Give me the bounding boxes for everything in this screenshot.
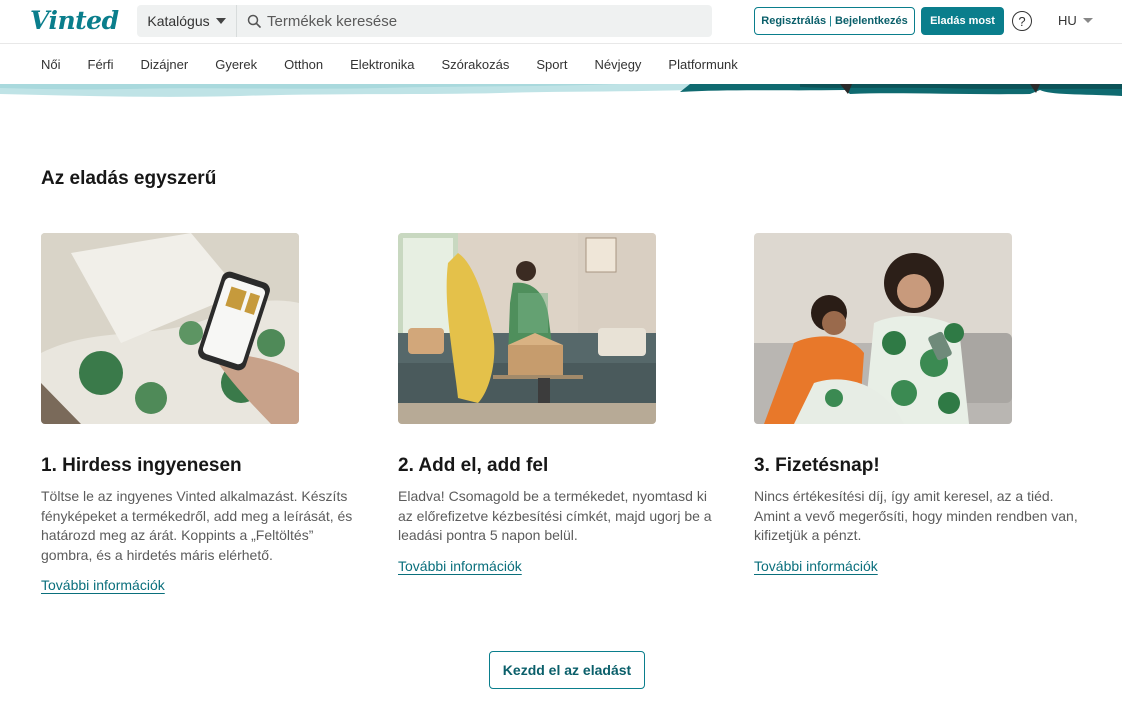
phone-listing-photo (41, 233, 299, 424)
nav-item-entertainment[interactable]: Szórakozás (441, 57, 509, 72)
register-link[interactable]: Regisztrálás (761, 15, 826, 27)
nav-item-designer[interactable]: Dizájner (141, 57, 189, 72)
more-info-link-1[interactable]: További információk (41, 577, 165, 593)
step-card-3: 3. Fizetésnap! Nincs értékesítési díj, í… (754, 233, 1084, 576)
nav-item-women[interactable]: Női (41, 57, 61, 72)
nav-item-home[interactable]: Otthon (284, 57, 323, 72)
nav-item-about[interactable]: Névjegy (594, 57, 641, 72)
step-text-3: Nincs értékesítési díj, így amit keresel… (754, 488, 1078, 543)
step-text-2: Eladva! Csomagold be a termékedet, nyomt… (398, 488, 712, 543)
nav-item-sport[interactable]: Sport (536, 57, 567, 72)
auth-separator: | (829, 15, 832, 27)
step-card-2: 2. Add el, add fel Eladva! Csomagold be … (398, 233, 728, 576)
step-text-1: Töltse le az ingyenes Vinted alkalmazást… (41, 488, 353, 563)
catalog-label: Katalógus (147, 13, 210, 29)
login-link[interactable]: Bejelentkezés (835, 15, 908, 27)
step-heading-2: 2. Add el, add fel (398, 455, 549, 476)
chevron-down-icon (1082, 18, 1093, 23)
search-icon (247, 14, 261, 28)
nav-item-kids[interactable]: Gyerek (215, 57, 257, 72)
hero-banner-edge (0, 84, 1122, 102)
more-info-link-2[interactable]: További információk (398, 558, 522, 574)
hero-banner-image (0, 84, 1122, 97)
nav-item-platform[interactable]: Platformunk (668, 57, 737, 72)
more-info-link-3[interactable]: További információk (754, 558, 878, 574)
vinted-logo[interactable]: Vinted (30, 6, 119, 35)
category-nav: Női Férfi Dizájner Gyerek Otthon Elektro… (0, 44, 1122, 84)
sell-now-button[interactable]: Eladás most (921, 7, 1004, 35)
step-heading-3: 3. Fizetésnap! (754, 455, 880, 476)
section-title: Az eladás egyszerű (41, 168, 217, 189)
nav-item-electronics[interactable]: Elektronika (350, 57, 414, 72)
catalog-dropdown[interactable]: Katalógus (137, 5, 237, 37)
chevron-down-icon (215, 18, 226, 24)
auth-button-group: Regisztrálás | Bejelentkezés (754, 7, 915, 35)
packing-photo (398, 233, 656, 424)
start-selling-button[interactable]: Kezdd el az eladást (489, 651, 645, 689)
search-bar: Katalógus (137, 5, 712, 37)
step-card-1: 1. Hirdess ingyenesen Töltse le az ingye… (41, 233, 371, 595)
search-field (237, 5, 712, 37)
help-icon[interactable]: ? (1012, 11, 1032, 31)
search-input[interactable] (267, 12, 687, 30)
step-heading-1: 1. Hirdess ingyenesen (41, 455, 242, 476)
language-label: HU (1058, 13, 1077, 28)
payday-photo (754, 233, 1012, 424)
nav-item-men[interactable]: Férfi (88, 57, 114, 72)
top-header: Vinted Katalógus Regisztrálás | Bejelent… (0, 0, 1122, 44)
language-selector[interactable]: HU (1058, 13, 1093, 28)
